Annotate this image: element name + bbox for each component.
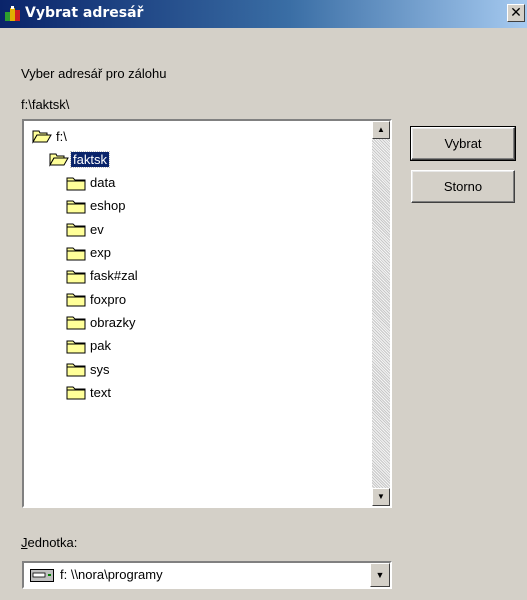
folder-icon xyxy=(66,386,86,400)
tree-item-text[interactable]: text xyxy=(66,381,113,403)
tree-item-pak[interactable]: pak xyxy=(66,335,113,357)
tree-item-fask-zal[interactable]: fask#zal xyxy=(66,265,140,287)
folder-icon xyxy=(66,177,86,191)
prompt-label: Vyber adresář pro zálohu xyxy=(21,66,167,81)
tree-item-label: eshop xyxy=(90,198,126,214)
folder-tree-list: f:\ faktsk data eshop ev exp fask#zal fo… xyxy=(24,121,372,506)
folder-icon xyxy=(66,270,86,284)
tree-scrollbar[interactable]: ▲ ▼ xyxy=(372,121,390,506)
tree-item-ev[interactable]: ev xyxy=(66,218,106,240)
folder-icon xyxy=(66,293,86,307)
folder-icon xyxy=(66,247,86,260)
open-folder-icon xyxy=(32,130,52,144)
folder-tree[interactable]: f:\ faktsk data eshop ev exp fask#zal fo… xyxy=(22,119,392,508)
title-bar[interactable]: Vybrat adresář ✕ xyxy=(0,0,527,28)
drive-dropdown-button[interactable]: ▼ xyxy=(370,563,390,587)
open-folder-icon xyxy=(49,153,69,168)
drive-select-value: f: \\nora\programy xyxy=(60,567,163,582)
network-drive-icon xyxy=(30,569,54,582)
tree-item-label: ev xyxy=(90,221,104,237)
tree-item-label: pak xyxy=(90,338,111,354)
folder-icon xyxy=(66,363,86,377)
tree-item-root[interactable]: f:\ xyxy=(32,125,69,147)
down-arrow-icon: ▼ xyxy=(377,492,385,501)
tree-item-faktsk[interactable]: faktsk xyxy=(49,148,110,170)
tree-item-label: data xyxy=(90,175,116,191)
drive-label-text: ednotka: xyxy=(27,535,78,550)
folder-icon xyxy=(66,316,86,330)
tree-item-foxpro[interactable]: foxpro xyxy=(66,288,128,310)
scroll-down-button[interactable]: ▼ xyxy=(372,488,390,506)
tree-item-sys[interactable]: sys xyxy=(66,358,112,380)
current-path: f:\faktsk\ xyxy=(21,97,70,112)
close-icon: ✕ xyxy=(510,5,522,21)
window-title: Vybrat adresář xyxy=(25,5,144,21)
tree-item-label: foxpro xyxy=(90,291,127,307)
tree-item-data[interactable]: data xyxy=(66,172,117,194)
tree-item-label: sys xyxy=(90,361,110,377)
tree-item-label: exp xyxy=(90,245,111,260)
select-button[interactable]: Vybrat xyxy=(410,126,516,161)
tree-item-eshop[interactable]: eshop xyxy=(66,195,127,217)
tree-item-label: text xyxy=(90,384,111,400)
folder-icon xyxy=(66,340,86,354)
drive-select[interactable]: f: \\nora\programy ▼ xyxy=(22,561,392,589)
up-arrow-icon: ▲ xyxy=(377,125,385,134)
close-button[interactable]: ✕ xyxy=(507,4,525,22)
drive-label: Jednotka: xyxy=(21,535,77,550)
scroll-up-button[interactable]: ▲ xyxy=(372,121,390,139)
tree-item-exp[interactable]: exp xyxy=(66,242,113,264)
tree-item-label: obrazky xyxy=(90,314,136,330)
chevron-down-icon: ▼ xyxy=(375,570,385,580)
tree-item-label: fask#zal xyxy=(90,268,138,284)
tree-item-obrazky[interactable]: obrazky xyxy=(66,311,138,333)
tree-item-label: f:\ xyxy=(56,128,67,144)
cancel-button[interactable]: Storno xyxy=(411,170,515,203)
folder-icon xyxy=(66,223,86,237)
app-icon xyxy=(5,6,20,21)
folder-icon xyxy=(66,200,86,214)
tree-item-label: faktsk xyxy=(70,150,110,168)
